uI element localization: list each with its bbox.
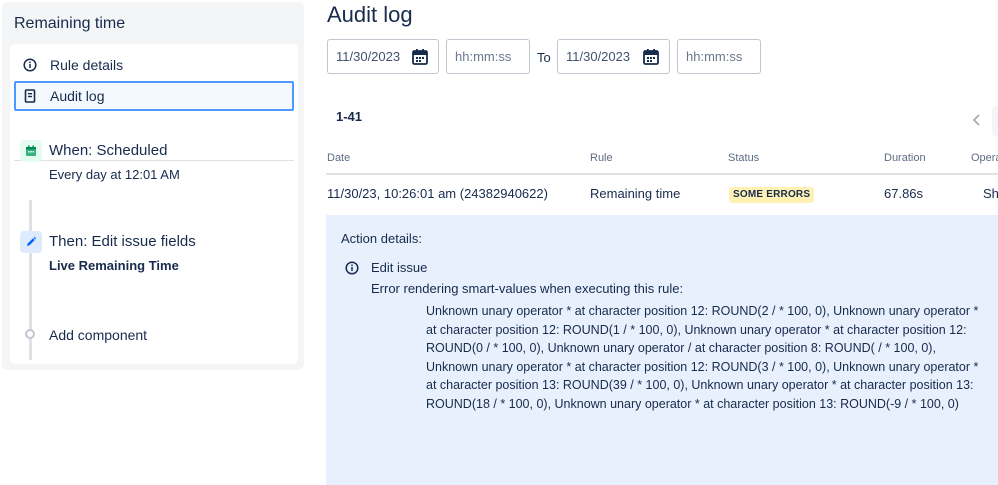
action-field: Live Remaining Time <box>49 258 179 273</box>
trigger-title[interactable]: When: Scheduled <box>49 142 167 159</box>
from-time-placeholder: hh:mm:ss <box>455 49 512 64</box>
action-name: Edit issue <box>371 260 428 275</box>
action-details-panel: Action details: Edit issue Error renderi… <box>326 215 998 485</box>
action-title[interactable]: Then: Edit issue fields <box>49 233 196 250</box>
column-header-status[interactable]: Status <box>728 152 759 164</box>
error-line: at character position 13: ROUND(39 / * 1… <box>426 378 974 392</box>
result-range: 1-41 <box>336 109 363 124</box>
to-date-input[interactable]: 11/30/2023 <box>557 39 670 74</box>
error-line: ROUND(18 / * 100, 0), Unknown unary oper… <box>426 396 959 411</box>
column-header-rule[interactable]: Rule <box>590 152 613 164</box>
calendar-picker-icon[interactable] <box>642 48 660 66</box>
info-icon <box>345 261 359 275</box>
chevron-left-icon[interactable] <box>971 113 983 127</box>
from-date-input[interactable]: 11/30/2023 <box>327 39 439 74</box>
row-duration: 67.86s <box>884 186 924 201</box>
rule-name: Remaining time <box>14 15 126 32</box>
error-line: Unknown unary operator * at character po… <box>426 304 979 318</box>
error-message: Unknown unary operator * at character po… <box>426 302 998 413</box>
rule-sidebar: Remaining time Rule details Audit log Wh… <box>2 2 304 370</box>
column-header-duration[interactable]: Duration <box>884 152 926 164</box>
trigger-schedule: Every day at 12:01 AM <box>49 167 180 182</box>
header-divider <box>326 173 998 175</box>
row-rule: Remaining time <box>590 186 681 201</box>
calendar-picker-icon[interactable] <box>411 48 429 66</box>
error-line: ROUND(0 / * 100, 0), Unknown unary opera… <box>426 341 936 355</box>
nav-audit-log[interactable]: Audit log <box>14 81 294 111</box>
row-operation[interactable]: Sh <box>983 186 998 201</box>
add-component-dot <box>25 329 35 339</box>
pagination-button[interactable] <box>992 106 998 136</box>
error-heading: Error rendering smart-values when execut… <box>371 281 684 296</box>
rule-nav-card: Rule details Audit log When: Scheduled E… <box>10 44 298 364</box>
nav-audit-log-label: Audit log <box>50 88 105 104</box>
page-title: Audit log <box>327 2 413 27</box>
to-time-input[interactable]: hh:mm:ss <box>677 39 761 74</box>
status-badge: SOME ERRORS <box>729 187 815 203</box>
calendar-icon[interactable] <box>20 140 42 162</box>
pencil-icon[interactable] <box>20 231 42 253</box>
nav-divider <box>14 160 294 161</box>
nav-rule-details[interactable]: Rule details <box>14 50 294 80</box>
to-time-placeholder: hh:mm:ss <box>686 49 743 64</box>
row-date[interactable]: 11/30/23, 10:26:01 am (24382940622) <box>327 186 548 201</box>
nav-rule-details-label: Rule details <box>50 57 124 73</box>
column-header-date[interactable]: Date <box>327 152 350 164</box>
info-icon <box>23 58 37 72</box>
column-header-operations[interactable]: Opera <box>971 152 998 164</box>
to-label: To <box>537 50 551 65</box>
from-date-value: 11/30/2023 <box>336 49 401 64</box>
action-details-title: Action details: <box>341 231 422 246</box>
error-line: Unknown unary operator * at character po… <box>426 359 979 374</box>
to-date-value: 11/30/2023 <box>566 49 631 64</box>
add-component-link[interactable]: Add component <box>49 327 147 343</box>
from-time-input[interactable]: hh:mm:ss <box>446 39 530 74</box>
error-line: at character position 12: ROUND(1 / * 10… <box>426 322 967 337</box>
document-icon <box>23 89 37 103</box>
